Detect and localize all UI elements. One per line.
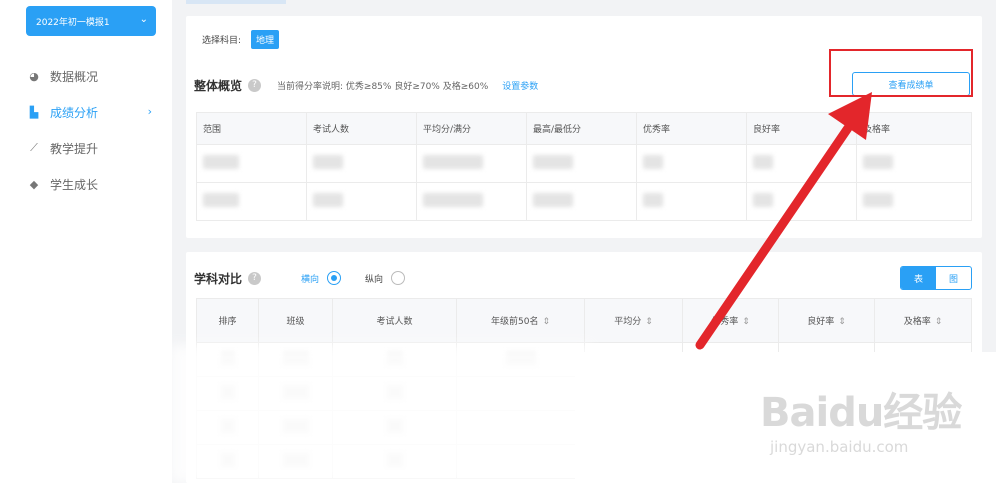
- blurred-cell: [636, 144, 747, 183]
- column-label: 及格率: [903, 317, 931, 327]
- column-header: 及格率: [856, 112, 972, 145]
- blurred-cell: [856, 144, 972, 183]
- table-header-row: 排序 班级 考试人数 年级前50名 ⇕ 平均分 ⇕ 优秀率 ⇕ 良好率 ⇕ 及格率 ⇕: [196, 298, 972, 343]
- blurred-cell: [856, 182, 972, 221]
- radio-checked-icon: [327, 271, 342, 285]
- blurred-cell: [306, 144, 417, 183]
- table-row: [196, 182, 972, 221]
- sidebar-item-student-growth[interactable]: ◆ 学生成长: [0, 166, 172, 202]
- orientation-radio-group: 横向 纵向: [301, 271, 429, 285]
- trend-icon: ⟋: [30, 141, 38, 154]
- radio-unchecked-icon: [391, 271, 406, 285]
- baidu-watermark: Baidu经验 jingyan.baidu.com: [760, 380, 990, 470]
- blurred-cell: [526, 144, 637, 183]
- column-header: 范围: [196, 112, 307, 145]
- radio-vertical[interactable]: 纵向: [365, 271, 406, 285]
- column-label: 优秀率: [711, 317, 739, 327]
- blurred-cell: [746, 182, 857, 221]
- annotation-highlight-box: [829, 49, 973, 97]
- blurred-cell: [416, 144, 527, 183]
- app-root: 2022年初一模报1 ⌄ ◕ 数据概况 ▙ 成绩分析 › ⟋ 教学提升 ◆ 学生…: [0, 0, 996, 483]
- column-label: 平均分: [614, 317, 642, 327]
- score-rate-description: 当前得分率说明: 优秀≥85% 良好≥70% 及格≥60%: [277, 81, 489, 92]
- graduation-cap-icon: ◆: [29, 177, 39, 191]
- sidebar-item-label: 教学提升: [50, 141, 99, 156]
- table-chart-toggle: 表 图: [900, 266, 972, 290]
- overview-title: 整体概览: [194, 78, 243, 93]
- sortable-column-header[interactable]: 及格率 ⇕: [874, 298, 972, 343]
- sort-icon: ⇕: [742, 317, 750, 327]
- pie-icon: ◕: [29, 69, 39, 83]
- sortable-column-header[interactable]: 优秀率 ⇕: [682, 298, 779, 343]
- sort-icon: ⇕: [838, 317, 846, 327]
- sidebar-item-score-analysis[interactable]: ▙ 成绩分析 ›: [0, 94, 172, 130]
- help-icon[interactable]: ?: [248, 78, 262, 92]
- comparison-title: 学科对比: [194, 271, 243, 286]
- sidebar-item-label: 数据概况: [50, 69, 99, 84]
- overview-table: 范围 考试人数 平均分/满分 最高/最低分 优秀率 良好率 及格率: [196, 112, 972, 221]
- sidebar-item-data-overview[interactable]: ◕ 数据概况: [0, 58, 172, 94]
- subject-tag[interactable]: 地理: [251, 29, 280, 49]
- sidebar-item-teaching[interactable]: ⟋ 教学提升: [0, 130, 172, 166]
- blurred-cell: [636, 182, 747, 221]
- column-label: 年级前50名: [491, 317, 539, 327]
- help-icon[interactable]: ?: [248, 271, 262, 285]
- sortable-column-header[interactable]: 良好率 ⇕: [778, 298, 875, 343]
- toggle-table-button[interactable]: 表: [901, 267, 936, 289]
- blurred-cell: [526, 182, 637, 221]
- column-header: 良好率: [746, 112, 857, 145]
- subject-selector: 选择科目: 地理: [202, 29, 280, 49]
- chevron-right-icon: ›: [147, 105, 152, 118]
- term-select-value: 2022年初一模报1: [36, 17, 110, 28]
- radio-label: 纵向: [365, 274, 384, 285]
- column-label: 良好率: [807, 317, 835, 327]
- sort-icon: ⇕: [934, 317, 943, 327]
- redaction-overlay: [170, 345, 590, 483]
- term-select[interactable]: 2022年初一模报1 ⌄: [26, 6, 156, 36]
- blurred-cell: [196, 144, 307, 183]
- column-header: 班级: [258, 298, 333, 343]
- sidebar: 2022年初一模报1 ⌄ ◕ 数据概况 ▙ 成绩分析 › ⟋ 教学提升 ◆ 学生…: [0, 0, 172, 483]
- column-header: 考试人数: [306, 112, 417, 145]
- sortable-column-header[interactable]: 平均分 ⇕: [584, 298, 683, 343]
- comparison-header: 学科对比 ? 横向 纵向: [194, 268, 429, 288]
- column-header: 考试人数: [332, 298, 457, 343]
- table-header-row: 范围 考试人数 平均分/满分 最高/最低分 优秀率 良好率 及格率: [196, 112, 972, 145]
- sidebar-item-label: 学生成长: [50, 177, 99, 192]
- column-header: 排序: [196, 298, 259, 343]
- blurred-cell: [306, 182, 417, 221]
- sortable-column-header[interactable]: 年级前50名 ⇕: [456, 298, 585, 343]
- sidebar-nav: ◕ 数据概况 ▙ 成绩分析 › ⟋ 教学提升 ◆ 学生成长: [0, 58, 172, 202]
- radio-label: 横向: [301, 274, 320, 285]
- sort-icon: ⇕: [645, 317, 653, 327]
- table-row: [196, 144, 972, 183]
- overview-header: 整体概览 ? 当前得分率说明: 优秀≥85% 良好≥70% 及格≥60% 设置参…: [194, 76, 538, 94]
- column-header: 最高/最低分: [526, 112, 637, 145]
- watermark-main: Baidu经验: [760, 390, 962, 436]
- column-header: 平均分/满分: [416, 112, 527, 145]
- sort-icon: ⇕: [542, 317, 550, 327]
- sidebar-item-label: 成绩分析: [50, 105, 99, 120]
- subject-label: 选择科目:: [202, 35, 242, 46]
- blurred-cell: [746, 144, 857, 183]
- overview-card: 选择科目: 地理 整体概览 ? 当前得分率说明: 优秀≥85% 良好≥70% 及…: [186, 16, 982, 238]
- top-tab-indicator: [186, 0, 286, 4]
- blurred-cell: [196, 182, 307, 221]
- watermark-url: jingyan.baidu.com: [770, 438, 909, 456]
- blurred-cell: [416, 182, 527, 221]
- column-header: 优秀率: [636, 112, 747, 145]
- radio-horizontal[interactable]: 横向: [301, 271, 342, 285]
- chevron-down-icon: ⌄: [139, 14, 148, 25]
- settings-link[interactable]: 设置参数: [502, 79, 538, 92]
- bar-chart-icon: ▙: [29, 105, 39, 119]
- toggle-chart-button[interactable]: 图: [936, 267, 971, 289]
